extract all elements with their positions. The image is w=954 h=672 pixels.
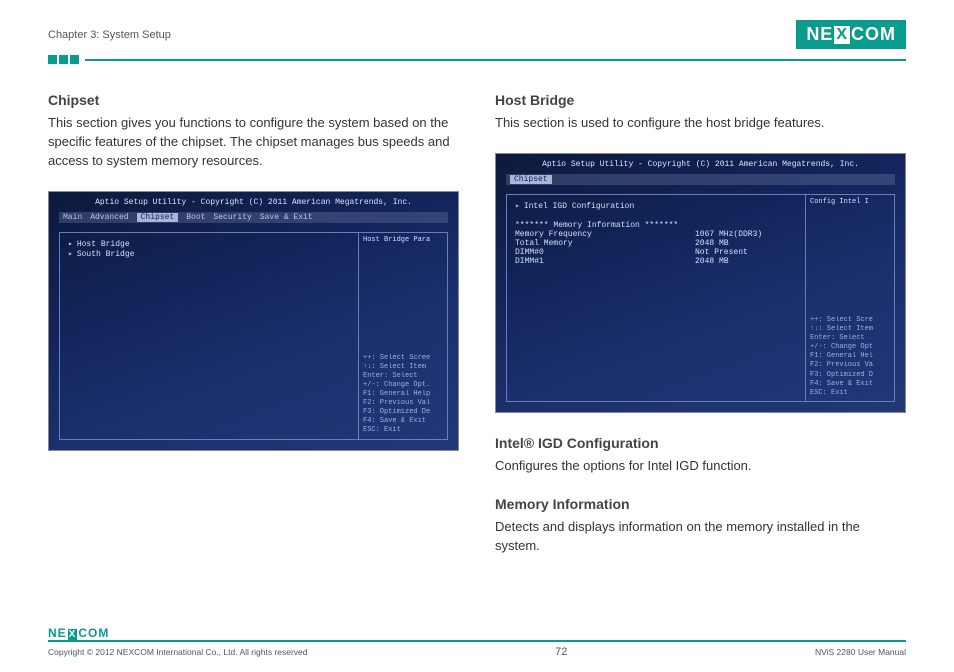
left-column: Chipset This section gives you functions…	[48, 92, 459, 575]
footer-logo: NEXCOM	[48, 626, 906, 640]
chipset-heading: Chipset	[48, 92, 459, 108]
bios-tab: Main	[63, 213, 82, 222]
right-column: Host Bridge This section is used to conf…	[495, 92, 906, 575]
bios-tab: Save & Exit	[260, 213, 313, 222]
bios-screenshot-chipset: Aptio Setup Utility - Copyright (C) 2011…	[48, 191, 459, 451]
page-footer: NEXCOM Copyright © 2012 NEXCOM Internati…	[48, 626, 906, 658]
hostbridge-heading: Host Bridge	[495, 92, 906, 108]
igd-text: Configures the options for Intel IGD fun…	[495, 457, 906, 476]
bios-tab: Boot	[186, 213, 205, 222]
meminfo-heading: Memory Information	[495, 496, 906, 512]
bios-help: ++: Select Scre ↑↓: Select Item Enter: S…	[810, 316, 891, 398]
bios-tab: Advanced	[90, 213, 128, 222]
chapter-title: Chapter 3: System Setup	[48, 29, 171, 41]
bios-side-desc: Host Bridge Para	[363, 236, 444, 244]
bios-title: Aptio Setup Utility - Copyright (C) 2011…	[496, 160, 905, 169]
hostbridge-text: This section is used to configure the ho…	[495, 114, 906, 133]
copyright: Copyright © 2012 NEXCOM International Co…	[48, 647, 308, 657]
brand-logo: NEXCOM	[796, 20, 906, 49]
bios-body: Intel IGD Configuration ******* Memory I…	[506, 194, 895, 402]
bios-tab: Security	[213, 213, 251, 222]
bios-menu: Chipset	[506, 174, 895, 185]
bios-side-desc: Config Intel I	[810, 198, 891, 206]
bios-tab-selected: Chipset	[137, 213, 179, 222]
bios-tab-selected: Chipset	[510, 175, 552, 184]
header-rule	[85, 59, 906, 61]
decor-squares	[48, 55, 79, 64]
igd-heading: Intel® IGD Configuration	[495, 435, 906, 451]
meminfo-text: Detects and displays information on the …	[495, 518, 906, 556]
bios-help: ++: Select Scree ↑↓: Select Item Enter: …	[363, 354, 444, 436]
bios-menu: Main Advanced Chipset Boot Security Save…	[59, 212, 448, 223]
chipset-text: This section gives you functions to conf…	[48, 114, 459, 171]
manual-name: NViS 2280 User Manual	[815, 647, 906, 657]
bios-screenshot-hostbridge: Aptio Setup Utility - Copyright (C) 2011…	[495, 153, 906, 413]
bios-body: Host Bridge South Bridge Host Bridge Par…	[59, 232, 448, 440]
bios-title: Aptio Setup Utility - Copyright (C) 2011…	[49, 198, 458, 207]
page-number: 72	[555, 646, 567, 658]
